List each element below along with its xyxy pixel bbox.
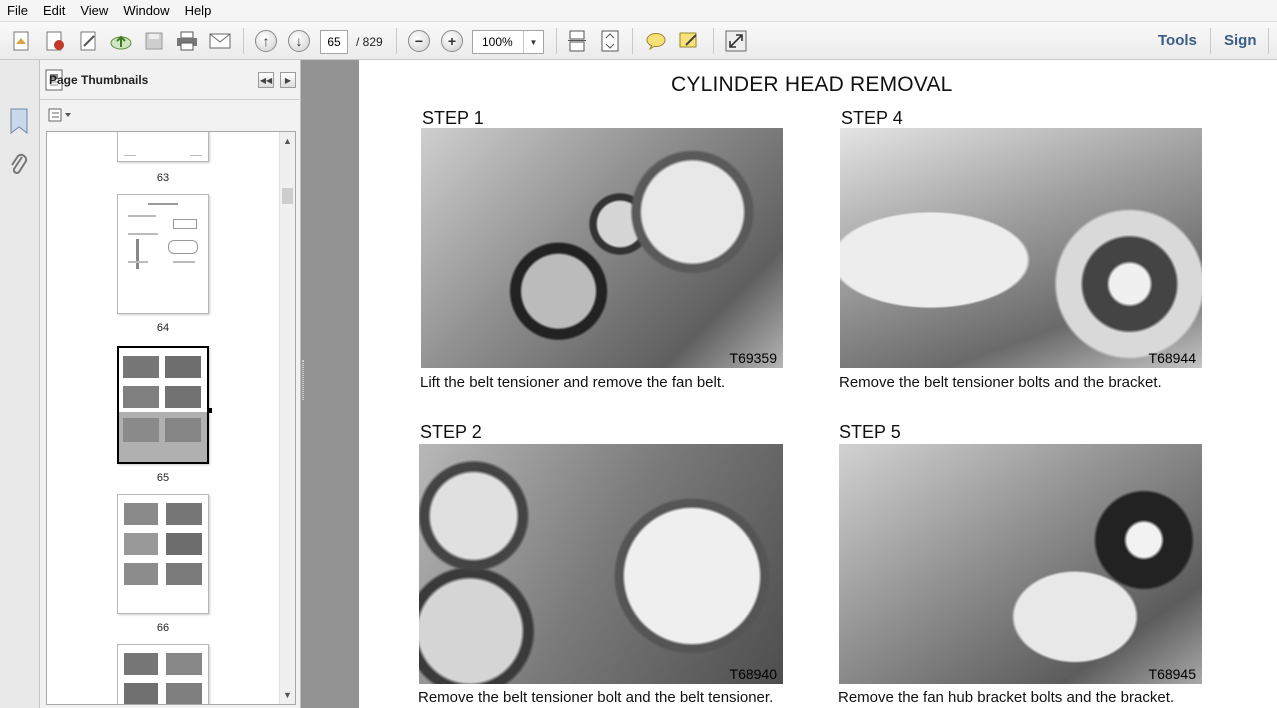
navigation-strip [0, 60, 40, 708]
resize-handle[interactable] [207, 408, 212, 413]
step-heading: STEP 5 [839, 422, 901, 442]
toolbar-separator [1210, 28, 1211, 54]
zoom-select[interactable]: 100% ▼ [472, 30, 544, 54]
toolbar-separator [713, 28, 714, 54]
photo-code: T68940 [729, 666, 777, 682]
toolbar: ↑ ↓ 65 / 829 − + 100% ▼ Tools Sign [0, 22, 1277, 60]
photo-code: T68944 [1148, 350, 1196, 366]
thumbnail-page[interactable] [117, 494, 209, 614]
step-caption: Remove the belt tensioner bolt and the b… [418, 689, 774, 706]
thumbnail-page[interactable] [117, 194, 209, 314]
tools-button[interactable]: Tools [1158, 32, 1197, 49]
attachment-icon[interactable] [8, 152, 30, 183]
thumbnail-scrollbar[interactable]: ▲ ▼ [279, 132, 295, 704]
zoom-value: 100% [482, 35, 513, 49]
scroll-up-icon[interactable]: ▲ [283, 136, 292, 146]
thumbnail-options-icon[interactable] [48, 108, 76, 124]
page-title: CYLINDER HEAD REMOVAL [671, 73, 953, 96]
photo-code: T68945 [1148, 666, 1196, 682]
scrolling-mode-icon[interactable] [564, 28, 590, 54]
step-4-photo: T68944 [840, 128, 1202, 368]
thumbnail-label: 63 [156, 172, 170, 184]
toolbar-separator [632, 28, 633, 54]
chevron-down-icon[interactable]: ▼ [523, 31, 543, 53]
upload-cloud-icon[interactable] [108, 28, 134, 54]
step-2-photo: T68940 [419, 444, 783, 684]
bookmark-icon[interactable] [8, 108, 30, 139]
scroll-thumb[interactable] [282, 188, 293, 204]
page-thumbnails-panel: Page Thumbnails ◀◀ ▶ 63 64 65 66 ▲ ▼ [40, 60, 301, 708]
step-heading: STEP 4 [841, 108, 903, 128]
toolbar-separator [396, 28, 397, 54]
step-heading: STEP 1 [422, 108, 484, 128]
thumbnail-label: 64 [156, 322, 170, 334]
panel-title: Page Thumbnails [49, 73, 149, 87]
toolbar-separator [243, 28, 244, 54]
thumbnail-page[interactable] [117, 644, 209, 704]
thumbnail-list[interactable]: 63 64 65 66 ▲ ▼ [46, 131, 296, 705]
email-icon[interactable] [207, 28, 233, 54]
full-screen-icon[interactable] [723, 28, 749, 54]
scroll-down-icon[interactable]: ▼ [283, 690, 292, 700]
page-number-input[interactable]: 65 [320, 30, 348, 54]
toolbar-separator [1268, 28, 1269, 54]
save-icon[interactable] [141, 28, 167, 54]
menu-edit[interactable]: Edit [36, 0, 73, 22]
splitter-grip[interactable] [302, 360, 304, 400]
menu-bar: File Edit View Window Help [0, 0, 1277, 22]
menu-window[interactable]: Window [116, 0, 177, 22]
previous-page-icon[interactable]: ↑ [253, 28, 279, 54]
panel-splitter[interactable] [301, 60, 359, 708]
step-heading: STEP 2 [420, 422, 482, 442]
step-5-photo: T68945 [839, 444, 1202, 684]
fit-page-icon[interactable] [597, 28, 623, 54]
collapse-panel-icon[interactable]: ◀◀ [258, 72, 274, 88]
sign-button[interactable]: Sign [1224, 32, 1257, 49]
zoom-in-icon[interactable]: + [439, 28, 465, 54]
zoom-out-icon[interactable]: − [406, 28, 432, 54]
menu-file[interactable]: File [0, 0, 36, 22]
next-page-icon[interactable]: ↓ [286, 28, 312, 54]
thumbnail-page[interactable] [117, 132, 209, 162]
edit-pdf-icon[interactable] [42, 28, 68, 54]
step-1-photo: T69359 [421, 128, 783, 368]
sign-document-icon[interactable] [76, 28, 102, 54]
step-caption: Remove the belt tensioner bolts and the … [839, 374, 1162, 391]
thumbnail-label: 66 [156, 622, 170, 634]
step-caption: Remove the fan hub bracket bolts and the… [838, 689, 1175, 706]
expand-panel-icon[interactable]: ▶ [280, 72, 296, 88]
menu-view[interactable]: View [73, 0, 116, 22]
panel-header: Page Thumbnails ◀◀ ▶ [40, 60, 301, 100]
highlight-icon[interactable] [676, 28, 702, 54]
create-pdf-icon[interactable] [9, 28, 35, 54]
page-total: / 829 [356, 35, 383, 49]
menu-help[interactable]: Help [178, 0, 220, 22]
thumbnail-page-selected[interactable] [117, 346, 209, 464]
toolbar-separator [556, 28, 557, 54]
document-page: CYLINDER HEAD REMOVAL STEP 1 T69359 Lift… [359, 60, 1277, 708]
comment-icon[interactable] [643, 28, 669, 54]
photo-code: T69359 [729, 350, 777, 366]
thumbnail-label: 65 [156, 472, 170, 484]
print-icon[interactable] [174, 28, 200, 54]
step-caption: Lift the belt tensioner and remove the f… [420, 374, 726, 391]
